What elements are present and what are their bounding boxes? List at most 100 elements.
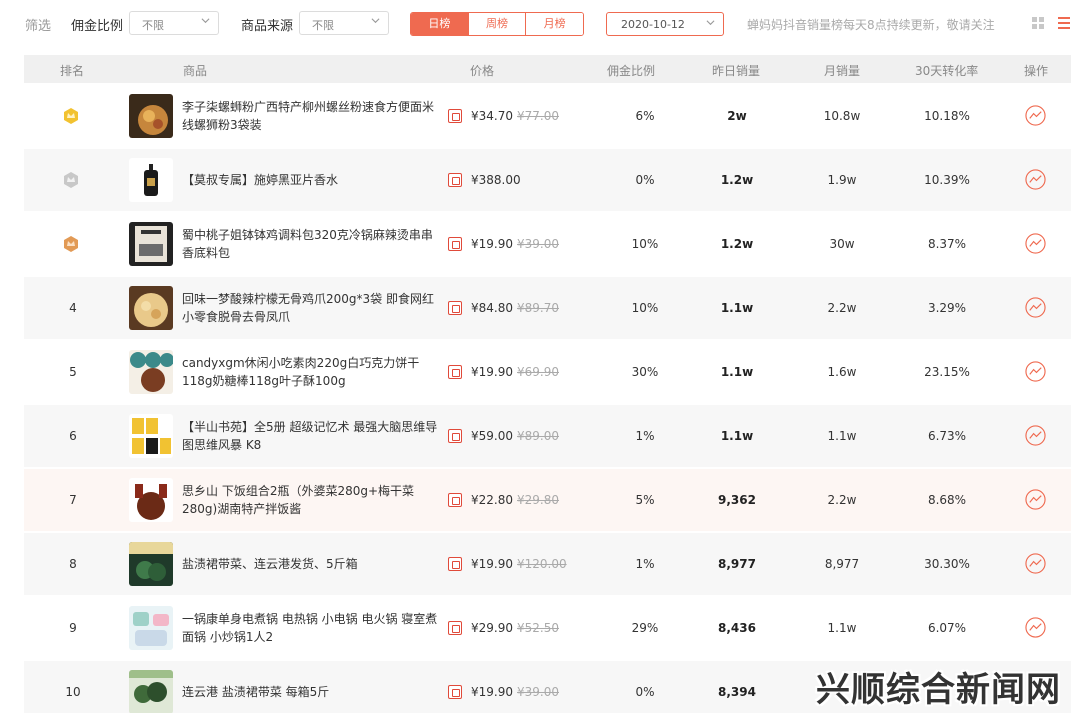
conversion-rate: 8.68% bbox=[927, 493, 967, 507]
yesterday-sales: 1.1w bbox=[720, 301, 754, 315]
shop-tag-icon bbox=[448, 301, 462, 315]
commission-select[interactable]: 不限 bbox=[129, 11, 219, 35]
product-name[interactable]: 连云港 盐渍裙带菜 每箱5斤 bbox=[182, 683, 444, 701]
commission: 5% bbox=[635, 493, 655, 507]
table-row[interactable]: 5 candyxgm休闲小吃素肉220g白巧克力饼干118g奶糖棒118g叶子酥… bbox=[24, 341, 1071, 403]
current-price: ¥19.90 bbox=[471, 365, 513, 379]
current-price: ¥19.90 bbox=[471, 685, 513, 699]
trend-chart-icon[interactable] bbox=[1025, 169, 1046, 190]
yesterday-sales: 8,977 bbox=[718, 557, 756, 571]
monthly-sales: 1.6w bbox=[827, 365, 857, 379]
tab-daily[interactable]: 日榜 bbox=[411, 13, 469, 35]
trend-chart-icon[interactable] bbox=[1025, 617, 1046, 638]
header-conversion: 30天转化率 bbox=[915, 64, 979, 78]
product-thumbnail[interactable] bbox=[129, 94, 173, 138]
current-price: ¥19.90 bbox=[471, 557, 513, 571]
yesterday-sales: 1.1w bbox=[720, 429, 754, 443]
table-row[interactable]: 9 一锅康单身电煮锅 电热锅 小电锅 电火锅 寝室煮面锅 小炒锅1人2 ¥29.… bbox=[24, 597, 1071, 659]
header-yesterday-sales: 昨日销量 bbox=[712, 64, 761, 78]
price: ¥19.90 ¥69.90 bbox=[471, 365, 559, 379]
product-name[interactable]: 【莫叔专属】施婷黑亚片香水 bbox=[182, 171, 444, 189]
list-view-icon[interactable] bbox=[1057, 16, 1071, 30]
conversion-rate: 6.07% bbox=[927, 621, 967, 635]
price: ¥84.80 ¥89.70 bbox=[471, 301, 559, 315]
date-picker[interactable]: 2020-10-12 bbox=[606, 12, 724, 36]
shop-tag-icon bbox=[448, 109, 462, 123]
table-row[interactable]: 7 思乡山 下饭组合2瓶（外婆菜280g+梅干菜280g)湖南特产拌饭酱 ¥22… bbox=[24, 469, 1071, 531]
product-thumbnail[interactable] bbox=[129, 414, 173, 458]
header-commission: 佣金比例 bbox=[607, 64, 656, 78]
product-name[interactable]: 回味一梦酸辣柠檬无骨鸡爪200g*3袋 即食网红小零食脱骨去骨凤爪 bbox=[182, 290, 444, 326]
chevron-down-icon bbox=[371, 18, 380, 24]
product-name[interactable]: 一锅康单身电煮锅 电热锅 小电锅 电火锅 寝室煮面锅 小炒锅1人2 bbox=[182, 610, 444, 646]
shop-tag-icon bbox=[448, 173, 462, 187]
original-price: ¥77.00 bbox=[517, 109, 559, 123]
original-price: ¥39.00 bbox=[517, 685, 559, 699]
monthly-sales: 1.1w bbox=[827, 429, 857, 443]
yesterday-sales: 2w bbox=[727, 109, 747, 123]
source-select[interactable]: 不限 bbox=[299, 11, 389, 35]
monthly-sales: 1.9w bbox=[827, 173, 857, 187]
conversion-rate: 10.39% bbox=[924, 173, 970, 187]
bronze-medal-icon bbox=[64, 236, 78, 252]
trend-chart-icon[interactable] bbox=[1025, 105, 1046, 126]
product-name[interactable]: 思乡山 下饭组合2瓶（外婆菜280g+梅干菜280g)湖南特产拌饭酱 bbox=[182, 482, 444, 518]
tab-monthly[interactable]: 月榜 bbox=[526, 13, 583, 35]
current-price: ¥19.90 bbox=[471, 237, 513, 251]
yesterday-sales: 8,436 bbox=[718, 621, 756, 635]
product-name[interactable]: 蜀中桃子姐钵钵鸡调料包320克冷锅麻辣烫串串香底料包 bbox=[182, 226, 444, 262]
commission: 0% bbox=[635, 173, 655, 187]
shop-tag-icon bbox=[448, 429, 462, 443]
rank-number: 6 bbox=[69, 429, 77, 443]
product-thumbnail[interactable] bbox=[129, 478, 173, 522]
source-filter-label: 商品来源 bbox=[241, 19, 294, 34]
original-price: ¥89.00 bbox=[517, 429, 559, 443]
product-name[interactable]: 【半山书苑】全5册 超级记忆术 最强大脑思维导图思维风暴 K8 bbox=[182, 418, 444, 454]
product-thumbnail[interactable] bbox=[129, 542, 173, 586]
product-name[interactable]: 盐渍裙带菜、连云港发货、5斤箱 bbox=[182, 555, 444, 573]
table-row[interactable]: 6 【半山书苑】全5册 超级记忆术 最强大脑思维导图思维风暴 K8 ¥59.00… bbox=[24, 405, 1071, 467]
yesterday-sales: 1.1w bbox=[720, 365, 754, 379]
price: ¥29.90 ¥52.50 bbox=[471, 621, 559, 635]
product-name[interactable]: candyxgm休闲小吃素肉220g白巧克力饼干118g奶糖棒118g叶子酥10… bbox=[182, 354, 444, 390]
table-row[interactable]: 蜀中桃子姐钵钵鸡调料包320克冷锅麻辣烫串串香底料包 ¥19.90 ¥39.00 … bbox=[24, 213, 1071, 275]
trend-chart-icon[interactable] bbox=[1025, 553, 1046, 574]
product-thumbnail[interactable] bbox=[129, 158, 173, 202]
header-product: 商品 bbox=[183, 64, 208, 78]
trend-chart-icon[interactable] bbox=[1025, 297, 1046, 318]
original-price: ¥39.00 bbox=[517, 237, 559, 251]
table-row[interactable]: 4 回味一梦酸辣柠檬无骨鸡爪200g*3袋 即食网红小零食脱骨去骨凤爪 ¥84.… bbox=[24, 277, 1071, 339]
table-row[interactable]: 8 盐渍裙带菜、连云港发货、5斤箱 ¥19.90 ¥120.00 1% 8,977… bbox=[24, 533, 1071, 595]
trend-chart-icon[interactable] bbox=[1025, 233, 1046, 254]
current-price: ¥59.00 bbox=[471, 429, 513, 443]
product-thumbnail[interactable] bbox=[129, 350, 173, 394]
commission: 0% bbox=[635, 685, 655, 699]
original-price: ¥29.80 bbox=[517, 493, 559, 507]
rank-number: 9 bbox=[69, 621, 77, 635]
header-action: 操作 bbox=[1024, 64, 1049, 78]
product-thumbnail[interactable] bbox=[129, 670, 173, 713]
monthly-sales: 2.2w bbox=[827, 493, 857, 507]
watermark: 兴顺综合新闻网 bbox=[816, 670, 1061, 710]
shop-tag-icon bbox=[448, 685, 462, 699]
product-thumbnail[interactable] bbox=[129, 222, 173, 266]
yesterday-sales: 1.2w bbox=[720, 173, 754, 187]
product-thumbnail[interactable] bbox=[129, 286, 173, 330]
product-name[interactable]: 李子柒螺蛳粉广西特产柳州螺丝粉速食方便面米线螺狮粉3袋装 bbox=[182, 98, 444, 134]
monthly-sales: 30w bbox=[829, 237, 855, 251]
conversion-rate: 6.73% bbox=[927, 429, 967, 443]
silver-medal-icon bbox=[64, 172, 78, 188]
price: ¥19.90 ¥120.00 bbox=[471, 557, 567, 571]
grid-view-icon[interactable] bbox=[1031, 16, 1045, 30]
trend-chart-icon[interactable] bbox=[1025, 425, 1046, 446]
trend-chart-icon[interactable] bbox=[1025, 489, 1046, 510]
price: ¥388.00 bbox=[471, 173, 525, 187]
product-thumbnail[interactable] bbox=[129, 606, 173, 650]
table-row[interactable]: 李子柒螺蛳粉广西特产柳州螺丝粉速食方便面米线螺狮粉3袋装 ¥34.70 ¥77.0… bbox=[24, 85, 1071, 147]
conversion-rate: 23.15% bbox=[924, 365, 970, 379]
table-row[interactable]: 【莫叔专属】施婷黑亚片香水 ¥388.00 0% 1.2w 1.9w 10.39… bbox=[24, 149, 1071, 211]
tab-weekly[interactable]: 周榜 bbox=[468, 13, 527, 35]
shop-tag-icon bbox=[448, 365, 462, 379]
trend-chart-icon[interactable] bbox=[1025, 361, 1046, 382]
chevron-down-icon bbox=[706, 20, 715, 26]
